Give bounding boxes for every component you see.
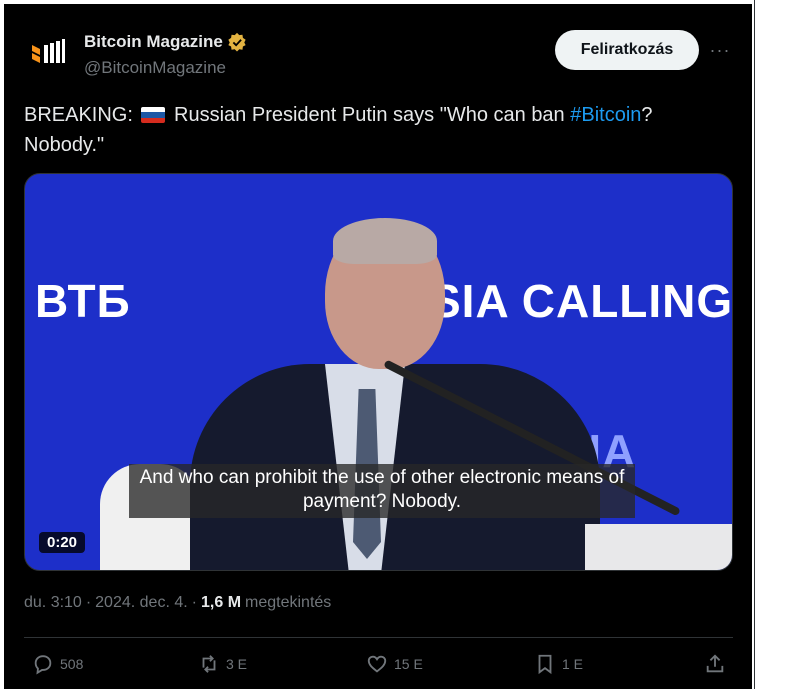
video-backdrop-text-right: SIA CALLING xyxy=(430,275,733,327)
tweet-date[interactable]: 2024. dec. 4. xyxy=(95,594,188,612)
share-button[interactable] xyxy=(704,653,726,675)
russia-flag-icon xyxy=(141,107,166,123)
video-backdrop-text-left: ВТБ xyxy=(35,275,131,327)
heart-icon xyxy=(367,655,387,673)
bookmark-icon xyxy=(538,654,552,675)
like-count: 15 E xyxy=(394,656,423,672)
video-speaker-hair xyxy=(333,218,437,264)
reply-icon xyxy=(34,655,52,675)
tweet-body: Russian President Putin says "Who can ba… xyxy=(174,104,571,126)
view-count-label: megtekintés xyxy=(245,594,332,611)
tweet-prefix: BREAKING: xyxy=(24,104,133,126)
author-handle[interactable]: @BitcoinMagazine xyxy=(84,58,226,78)
tweet-page: Bitcoin Magazine @BitcoinMagazine Felira… xyxy=(0,0,789,689)
author-name-row: Bitcoin Magazine xyxy=(84,32,247,52)
tweet-actions: 508 3 E 15 E 1 E xyxy=(24,653,733,683)
tweet-text: BREAKING: Russian President Putin says "… xyxy=(24,100,724,160)
bookmark-button[interactable]: 1 E xyxy=(534,653,583,675)
reply-button[interactable]: 508 xyxy=(32,653,83,675)
right-page-margin xyxy=(752,0,789,689)
meta-separator: · xyxy=(85,594,92,611)
share-icon xyxy=(706,654,724,673)
window-top-border xyxy=(0,0,789,4)
bitcoin-magazine-logo-icon xyxy=(32,39,65,63)
author-name[interactable]: Bitcoin Magazine xyxy=(84,32,223,52)
video-duration: 0:20 xyxy=(39,532,86,553)
author-avatar[interactable] xyxy=(24,30,72,78)
window-left-border xyxy=(0,0,4,689)
tweet-time[interactable]: du. 3:10 xyxy=(24,594,82,612)
video-desk xyxy=(585,524,732,570)
video-player[interactable]: ВТБ SIA CALLING SSIA And who can prohibi… xyxy=(24,173,733,571)
reply-count: 508 xyxy=(60,656,84,672)
meta-separator: · xyxy=(191,594,197,611)
view-count: 1,6 M xyxy=(201,594,242,611)
more-options-icon[interactable]: ··· xyxy=(708,38,732,62)
repost-button[interactable]: 3 E xyxy=(198,653,247,675)
subscribe-button[interactable]: Feliratkozás xyxy=(555,30,699,70)
tweet-meta: du. 3:10 · 2024. dec. 4. · 1,6 M megteki… xyxy=(24,594,331,612)
like-button[interactable]: 15 E xyxy=(366,653,423,675)
repost-count: 3 E xyxy=(226,656,248,672)
divider xyxy=(24,637,733,638)
hashtag-link[interactable]: #Bitcoin xyxy=(570,104,641,126)
column-separator xyxy=(754,0,755,689)
verified-badge-icon[interactable] xyxy=(227,32,247,52)
repost-icon xyxy=(202,655,216,673)
bookmark-count: 1 E xyxy=(562,656,584,672)
video-subtitle: And who can prohibit the use of other el… xyxy=(129,464,635,518)
